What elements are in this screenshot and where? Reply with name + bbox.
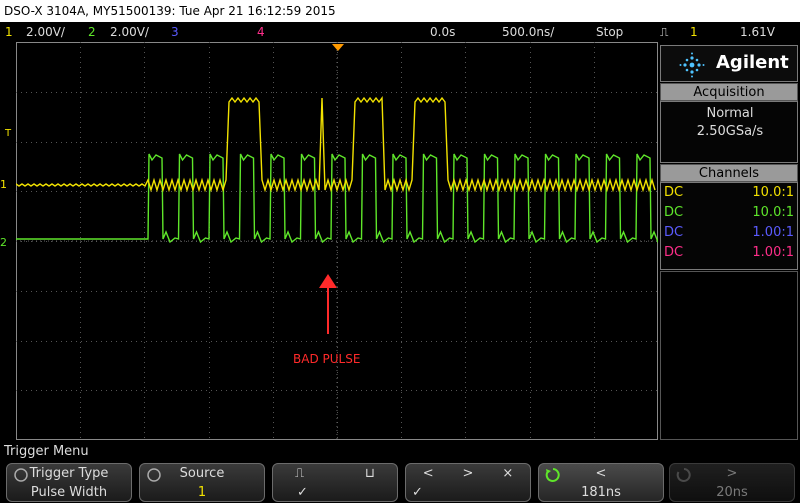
source-label: Source [179,466,225,481]
trigger-source[interactable]: 1 [690,25,698,39]
acquisition-header: Acquisition [660,83,798,101]
ch4-coupling: DC [664,245,684,260]
bad-pulse-arrow-head [319,274,337,288]
time-softkey[interactable]: < 181ns [538,463,664,502]
ch1-coupling: DC [664,185,684,200]
empty-panel-area [660,271,798,440]
channel-row-2: DC 10.0:1 [664,205,796,223]
ch1-scale[interactable]: 2.00V/ [26,25,65,39]
ch1-number[interactable]: 1 [5,25,13,39]
polarity-check-icon: ✓ [297,485,308,500]
sample-rate: 2.50GSa/s [696,124,764,139]
brand-box: Agilent [660,45,798,82]
trigger-level[interactable]: 1.61V [740,25,775,39]
bad-pulse-label: BAD PULSE [293,352,361,366]
polarity-softkey[interactable]: ⎍ ⊔ ✓ [272,463,398,502]
trigger-edge-icon: ⎍ [660,25,669,39]
channels-header: Channels [660,164,798,182]
trigger-type-label: Trigger Type [29,466,109,481]
trigger-position-marker [332,44,344,51]
title-text: DSO-X 3104A, MY51500139: Tue Apr 21 16:1… [4,4,336,18]
gridlines [16,42,658,440]
channel-row-4: DC 1.00:1 [664,245,796,263]
title-bar: DSO-X 3104A, MY51500139: Tue Apr 21 16:1… [0,0,800,22]
qualifier-softkey[interactable]: < > × ✓ [405,463,531,502]
ch2-number[interactable]: 2 [88,25,96,39]
agilent-spark-icon [679,52,705,78]
graticule [16,42,658,440]
trigger-level-marker[interactable]: T [5,128,11,139]
timebase-value[interactable]: 500.0ns/ [502,25,554,39]
status-bar: 1 2.00V/ 2 2.00V/ 3 4 0.0s 500.0ns/ Stop… [0,22,800,42]
source-softkey[interactable]: Source 1 [139,463,265,502]
ch4-probe-ratio: 1.00:1 [752,245,794,260]
ch2-coupling: DC [664,205,684,220]
trigger-type-value: Pulse Width [30,485,108,500]
greater-than-icon: > [726,466,738,481]
qualifier-options: < > × [422,466,514,481]
delay-value[interactable]: 0.0s [430,25,455,39]
channels-body: DC 10.0:1 DC 10.0:1 DC 1.00:1 DC 1.00:1 [660,182,798,270]
ch1-probe-ratio: 10.0:1 [752,185,794,200]
ch3-number[interactable]: 3 [171,25,179,39]
ch2-probe-ratio: 10.0:1 [752,205,794,220]
run-state[interactable]: Stop [596,25,623,39]
time-value: 181ns [581,485,621,500]
negative-pulse-icon: ⊔ [364,466,375,481]
ch2-ground-marker[interactable]: 2 [0,236,7,249]
time2-softkey[interactable]: > 20ns [669,463,795,502]
softkey-bar: Trigger Type Pulse Width Source 1 ⎍ ⊔ ✓ … [0,461,800,503]
less-than-icon: < [595,466,607,481]
time2-value: 20ns [716,485,748,500]
waveform-display[interactable]: BAD PULSE [16,42,658,440]
brand-name: Agilent [716,52,789,73]
ch1-ground-marker[interactable]: 1 [0,178,7,191]
menu-title: Trigger Menu [4,444,89,459]
qualifier-check-icon: ✓ [412,485,423,500]
channel-row-3: DC 1.00:1 [664,225,796,243]
channel-row-1: DC 10.0:1 [664,185,796,203]
right-info-panel: Agilent Acquisition Normal 2.50GSa/s Cha… [660,45,798,440]
acquisition-mode: Normal [706,106,754,121]
ch3-probe-ratio: 1.00:1 [752,225,794,240]
ch2-scale[interactable]: 2.00V/ [110,25,149,39]
trigger-type-softkey[interactable]: Trigger Type Pulse Width [6,463,132,502]
source-value: 1 [197,485,207,500]
ch4-number[interactable]: 4 [257,25,265,39]
acquisition-body: Normal 2.50GSa/s [660,101,798,163]
ch3-coupling: DC [664,225,684,240]
